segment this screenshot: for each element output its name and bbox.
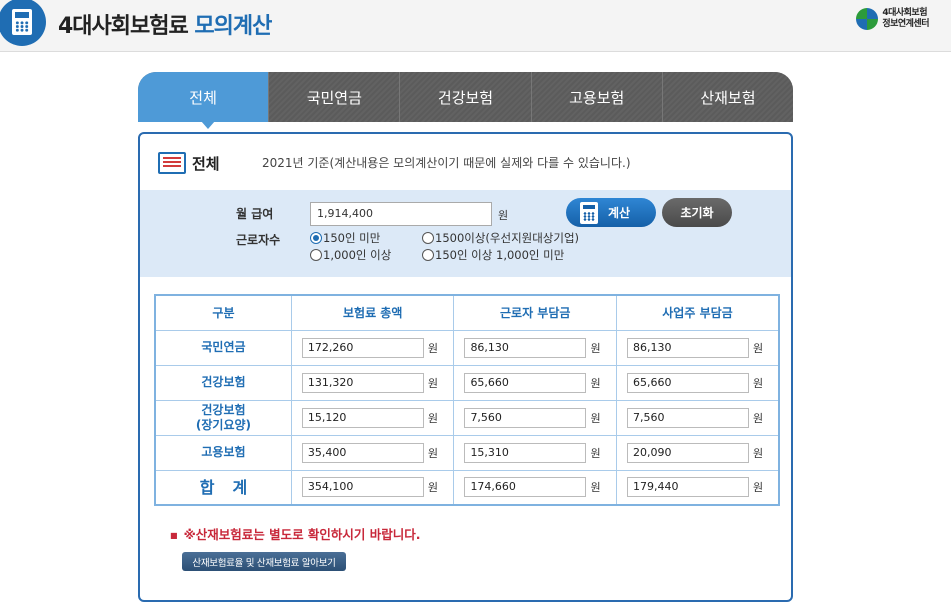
worker-value[interactable]: 65,660 — [464, 372, 587, 393]
radio-1000-plus[interactable]: 1,000인 이상 — [310, 247, 391, 263]
tab-industrial-accident[interactable]: 산재보험 — [662, 72, 793, 122]
row-label: 건강보험 (장기요양) — [154, 399, 292, 436]
table-row: 건강보험 131,320 원 65,660 원 65,660 원 — [154, 364, 780, 401]
total-value[interactable]: 172,260 — [301, 337, 424, 358]
calculate-button-label: 계산 — [608, 206, 631, 220]
calculator-icon — [580, 202, 598, 224]
workers-label: 근로자수 — [236, 233, 281, 247]
input-form: 월 급여 1,914,400 원 계산 초기화 근로자수 150인 미만 150… — [140, 190, 791, 277]
radio-dot-icon — [310, 232, 322, 244]
worker-value[interactable]: 7,560 — [464, 407, 587, 428]
col-header-employer: 사업주 부담금 — [615, 294, 780, 331]
col-header-worker: 근로자 부담금 — [453, 294, 617, 331]
worker-value[interactable]: 15,310 — [464, 442, 587, 463]
employer-value[interactable]: 20,090 — [626, 442, 749, 463]
total-value[interactable]: 15,120 — [301, 407, 424, 428]
calculate-button[interactable]: 계산 — [566, 198, 656, 227]
worker-value[interactable]: 86,130 — [464, 337, 587, 358]
tab-bar: 전체 국민연금 건강보험 고용보험 산재보험 — [138, 72, 793, 122]
table-row: 고용보험 35,400 원 15,310 원 20,090 원 — [154, 434, 780, 471]
table-row: 건강보험 (장기요양) 15,120 원 7,560 원 7,560 원 — [154, 399, 780, 436]
org-emblem-icon — [856, 8, 879, 30]
monitor-icon — [158, 152, 186, 174]
row-label: 고용보험 — [154, 434, 292, 471]
notice-text: ■ ※산재보험료는 별도로 확인하시기 바랍니다. — [170, 527, 421, 542]
row-label: 건강보험 — [154, 364, 292, 401]
salary-input[interactable]: 1,914,400 — [310, 202, 492, 226]
org-name-line2: 정보연계센터 — [882, 19, 929, 29]
salary-label: 월 급여 — [236, 207, 274, 221]
section-title: 전체 — [192, 154, 220, 173]
calculator-panel: 전체 2021년 기준(계산내용은 모의계산이기 때문에 실제와 다를 수 있습… — [138, 132, 793, 602]
calculator-logo-icon — [0, 0, 46, 46]
base-year-note: 2021년 기준(계산내용은 모의계산이기 때문에 실제와 다를 수 있습니다.… — [262, 156, 631, 170]
total-value[interactable]: 131,320 — [301, 372, 424, 393]
table-total-row: 합계 354,100 원 174,660 원 179,440 원 — [154, 469, 780, 506]
row-label: 국민연금 — [154, 329, 292, 366]
section-header: 전체 — [158, 152, 220, 174]
bullet-icon: ■ — [170, 531, 178, 540]
table-row: 국민연금 172,260 원 86,130 원 86,130 원 — [154, 329, 780, 366]
salary-unit: 원 — [498, 209, 509, 222]
employer-value[interactable]: 179,440 — [626, 477, 749, 498]
employer-value[interactable]: 86,130 — [626, 337, 749, 358]
radio-1500-priority[interactable]: 1500이상(우선지원대상기업) — [422, 230, 579, 246]
industrial-accident-info-button[interactable]: 산재보험료율 및 산재보험료 알아보기 — [182, 552, 346, 571]
worker-value[interactable]: 174,660 — [464, 477, 587, 498]
col-header-total: 보험료 총액 — [290, 294, 455, 331]
org-name-line1: 4대사회보험 — [882, 8, 927, 18]
table-header-row: 구분 보험료 총액 근로자 부담금 사업주 부담금 — [154, 294, 780, 331]
radio-dot-icon — [422, 232, 434, 244]
radio-under-150[interactable]: 150인 미만 — [310, 230, 380, 246]
tab-all[interactable]: 전체 — [138, 72, 270, 122]
app-header: 4대사회보험료 모의계산 4대사회보험 정보연계센터 — [0, 0, 951, 52]
total-row-label: 합계 — [154, 469, 292, 506]
radio-dot-icon — [310, 249, 322, 261]
total-value[interactable]: 35,400 — [301, 442, 424, 463]
reset-button[interactable]: 초기화 — [662, 198, 732, 227]
employer-value[interactable]: 7,560 — [626, 407, 749, 428]
page-title: 4대사회보험료 모의계산 — [58, 14, 272, 39]
col-header-category: 구분 — [154, 294, 292, 331]
radio-dot-icon — [422, 249, 434, 261]
org-logo[interactable]: 4대사회보험 정보연계센터 — [856, 8, 929, 30]
tab-employment-insurance[interactable]: 고용보험 — [531, 72, 663, 122]
tab-national-pension[interactable]: 국민연금 — [269, 72, 401, 122]
premium-table: 구분 보험료 총액 근로자 부담금 사업주 부담금 국민연금 172,260 원 … — [154, 294, 780, 506]
active-tab-pointer — [201, 121, 215, 129]
tab-health-insurance[interactable]: 건강보험 — [400, 72, 532, 122]
radio-150-to-1000[interactable]: 150인 이상 1,000인 미만 — [422, 247, 564, 263]
total-value[interactable]: 354,100 — [301, 477, 424, 498]
employer-value[interactable]: 65,660 — [626, 372, 749, 393]
